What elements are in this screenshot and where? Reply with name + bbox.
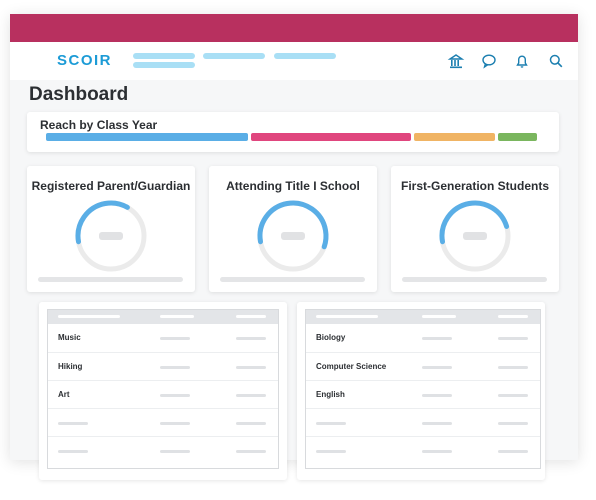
institution-icon[interactable] bbox=[447, 52, 465, 70]
progress-donut bbox=[75, 200, 147, 272]
cell-placeholder bbox=[160, 337, 190, 340]
page-title: Dashboard bbox=[29, 84, 129, 105]
cell-placeholder bbox=[58, 450, 88, 453]
row-label: Hiking bbox=[58, 362, 83, 371]
table-header bbox=[48, 310, 278, 324]
reach-segment-4[interactable] bbox=[498, 133, 537, 141]
reach-segment-2[interactable] bbox=[251, 133, 411, 141]
brand-topbar bbox=[10, 14, 578, 42]
nav-link-placeholder-2[interactable] bbox=[203, 53, 265, 59]
nav-link-placeholder-1[interactable] bbox=[133, 53, 195, 59]
column-header-placeholder[interactable] bbox=[160, 315, 194, 318]
stat-card-title: First-Generation Students bbox=[400, 179, 549, 193]
nav-link-placeholder-3[interactable] bbox=[274, 53, 336, 59]
table-row[interactable] bbox=[48, 408, 278, 436]
row-label: Biology bbox=[316, 333, 346, 342]
donut-value-placeholder bbox=[281, 232, 305, 240]
cell-placeholder bbox=[316, 422, 346, 425]
app-window: SCOIR Dashboard Reach by Class Year Regi… bbox=[10, 14, 578, 480]
table-row[interactable]: Computer Science bbox=[306, 352, 540, 380]
stat-footer-placeholder bbox=[220, 277, 365, 282]
cell-placeholder bbox=[422, 366, 452, 369]
search-icon[interactable] bbox=[547, 52, 565, 70]
cell-placeholder bbox=[160, 422, 190, 425]
row-label: English bbox=[316, 390, 345, 399]
column-header-placeholder[interactable] bbox=[316, 315, 378, 318]
cell-placeholder bbox=[422, 450, 452, 453]
row-label: Art bbox=[58, 390, 70, 399]
cell-placeholder bbox=[422, 394, 452, 397]
bell-icon[interactable] bbox=[513, 52, 531, 70]
stat-footer-placeholder bbox=[402, 277, 547, 282]
cell-placeholder bbox=[236, 394, 266, 397]
progress-donut bbox=[257, 200, 329, 272]
row-label: Music bbox=[58, 333, 81, 342]
activities-table-card: Music Hiking Art bbox=[39, 302, 287, 480]
table-row[interactable] bbox=[48, 436, 278, 464]
cell-placeholder bbox=[160, 394, 190, 397]
cell-placeholder bbox=[58, 422, 88, 425]
cell-placeholder bbox=[498, 450, 528, 453]
reach-segment-1[interactable] bbox=[46, 133, 249, 141]
row-label: Computer Science bbox=[316, 362, 387, 371]
cell-placeholder bbox=[160, 366, 190, 369]
table-row[interactable]: Art bbox=[48, 380, 278, 408]
reach-by-class-year-card: Reach by Class Year bbox=[27, 112, 559, 152]
activities-table: Music Hiking Art bbox=[47, 309, 279, 469]
table-row[interactable]: Hiking bbox=[48, 352, 278, 380]
cell-placeholder bbox=[160, 450, 190, 453]
stat-card-title: Registered Parent/Guardian bbox=[31, 179, 191, 193]
donut-value-placeholder bbox=[99, 232, 123, 240]
cell-placeholder bbox=[498, 394, 528, 397]
progress-donut bbox=[439, 200, 511, 272]
column-header-placeholder[interactable] bbox=[236, 315, 266, 318]
table-header bbox=[306, 310, 540, 324]
chat-icon[interactable] bbox=[480, 52, 498, 70]
cell-placeholder bbox=[236, 422, 266, 425]
donut-value-placeholder bbox=[463, 232, 487, 240]
subjects-table: Biology Computer Science English bbox=[305, 309, 541, 469]
column-header-placeholder[interactable] bbox=[422, 315, 456, 318]
cell-placeholder bbox=[422, 422, 452, 425]
cell-placeholder bbox=[236, 450, 266, 453]
cell-placeholder bbox=[498, 422, 528, 425]
cell-placeholder bbox=[498, 366, 528, 369]
cell-placeholder bbox=[422, 337, 452, 340]
navigation-bar: SCOIR bbox=[10, 42, 578, 80]
table-row[interactable] bbox=[306, 408, 540, 436]
stat-card-attending-title-i-school[interactable]: Attending Title I School bbox=[209, 166, 377, 292]
stat-card-first-generation-students[interactable]: First-Generation Students bbox=[391, 166, 559, 292]
cell-placeholder bbox=[236, 366, 266, 369]
subjects-table-card: Biology Computer Science English bbox=[297, 302, 545, 480]
cell-placeholder bbox=[316, 450, 346, 453]
stat-card-registered-parent-guardian[interactable]: Registered Parent/Guardian bbox=[27, 166, 195, 292]
scoir-logo[interactable]: SCOIR bbox=[57, 52, 112, 69]
reach-segment-3[interactable] bbox=[413, 133, 496, 141]
reach-card-title: Reach by Class Year bbox=[40, 118, 158, 132]
cell-placeholder bbox=[236, 337, 266, 340]
stat-footer-placeholder bbox=[38, 277, 183, 282]
stat-card-title: Attending Title I School bbox=[226, 179, 360, 193]
reach-stacked-bar bbox=[46, 133, 537, 141]
column-header-placeholder[interactable] bbox=[498, 315, 528, 318]
table-row[interactable]: English bbox=[306, 380, 540, 408]
nav-link-placeholder-1-secondary bbox=[133, 62, 195, 68]
table-row[interactable] bbox=[306, 436, 540, 464]
column-header-placeholder[interactable] bbox=[58, 315, 120, 318]
table-row[interactable]: Biology bbox=[306, 324, 540, 352]
cell-placeholder bbox=[498, 337, 528, 340]
table-row[interactable]: Music bbox=[48, 324, 278, 352]
